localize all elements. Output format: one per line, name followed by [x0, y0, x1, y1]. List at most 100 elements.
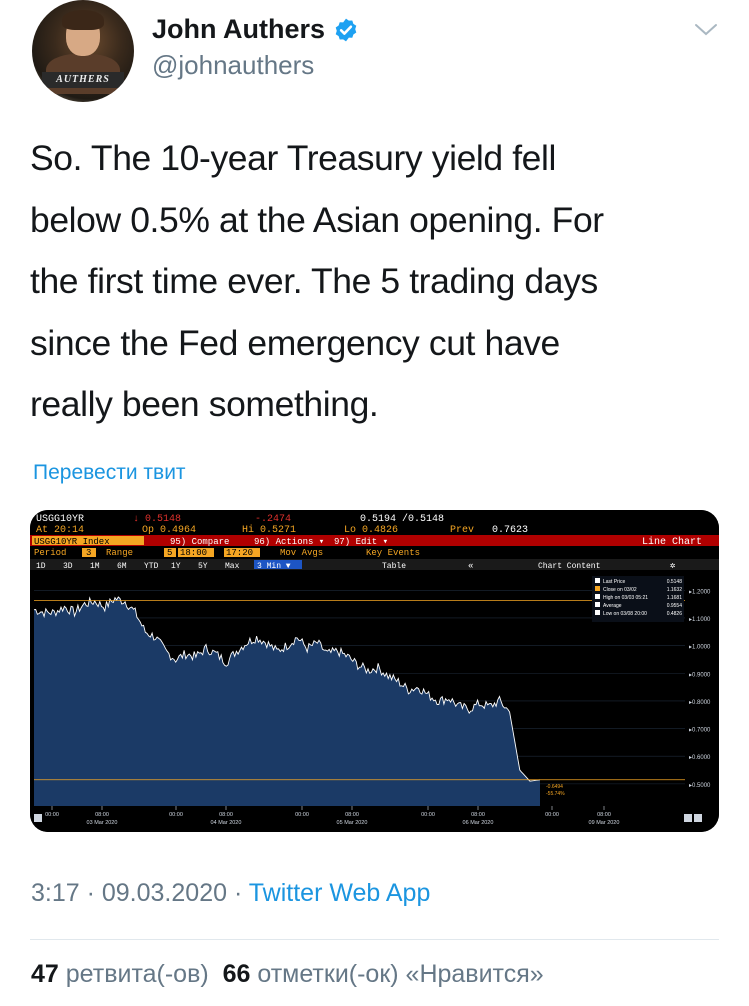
x-tick-time: 08:00 — [219, 812, 233, 818]
x-tick-date: 09 Mar 2020 — [589, 820, 620, 826]
legend-swatch — [595, 594, 600, 599]
prev-label: Prev — [450, 525, 474, 536]
y-tick-label: ▸0.9000 — [689, 672, 711, 678]
x-tick-time: 00:00 — [295, 812, 309, 818]
zoom-icon[interactable] — [694, 814, 702, 822]
compare-button: 95) Compare — [170, 537, 229, 547]
x-tick-time: 00:00 — [45, 812, 59, 818]
verified-badge-icon — [335, 18, 357, 41]
author-handle[interactable]: @johnauthers — [152, 50, 314, 81]
security-field: USGG10YR Index — [34, 537, 110, 547]
legend-label: High on 03/03 05:21 — [603, 595, 648, 601]
x-tick-date: 05 Mar 2020 — [337, 820, 368, 826]
x-tick-date: 03 Mar 2020 — [87, 820, 118, 826]
tweet-line: So. The 10-year Treasury yield fell — [30, 138, 556, 178]
chart-content-label: Chart Content — [538, 562, 600, 571]
prev-value: 0.7623 — [492, 525, 528, 536]
low-label: Lo 0.4826 — [344, 525, 398, 536]
range-value: 5 — [167, 548, 172, 558]
period-button-6m[interactable]: 6M — [117, 562, 127, 571]
x-tick-time: 08:00 — [471, 812, 485, 818]
mov-avgs-button: Mov Avgs — [280, 548, 323, 558]
x-tick-time: 08:00 — [95, 812, 109, 818]
tweet-header: AUTHERS John Authers @johnauthers — [0, 0, 749, 110]
open-label: Op 0.4964 — [142, 525, 196, 536]
table-button: Table — [382, 562, 406, 571]
key-events-button: Key Events — [366, 548, 420, 558]
period-button-1m[interactable]: 1M — [90, 562, 100, 571]
last-price-label: ↓ 0.5148 — [133, 514, 181, 525]
translate-tweet-link[interactable]: Перевести твит — [33, 461, 186, 485]
x-tick-time: 00:00 — [169, 812, 183, 818]
interval-select: 3 Min ▼ — [257, 562, 291, 571]
period-button-max[interactable]: Max — [225, 562, 240, 571]
avatar-banner: AUTHERS — [42, 72, 124, 88]
time-label: At 20:14 — [36, 525, 84, 536]
x-tick-time: 00:00 — [545, 812, 559, 818]
y-tick-label: ▸0.7000 — [689, 728, 711, 734]
change-label: -.2474 — [255, 514, 291, 525]
legend-swatch — [595, 586, 600, 591]
gear-icon: ✲ — [670, 561, 675, 571]
bid-ask-label: 0.5194 /0.5148 — [360, 513, 444, 525]
retweet-count[interactable]: 47 — [31, 960, 59, 988]
avatar[interactable]: AUTHERS — [32, 0, 134, 102]
actions-button: 96) Actions ▾ — [254, 537, 324, 547]
legend-value: 1.1681 — [667, 595, 683, 601]
x-tick-date: 04 Mar 2020 — [211, 820, 242, 826]
tweet-line: since the Fed emergency cut have — [30, 322, 560, 363]
source-app-link[interactable]: Twitter Web App — [249, 879, 431, 907]
period-button-1d[interactable]: 1D — [36, 562, 46, 571]
like-label[interactable]: отметки(-ок) «Нравится» — [257, 960, 543, 988]
legend-value: 0.9554 — [667, 603, 683, 609]
tweet-line: really been something. — [30, 384, 379, 424]
scroll-left-icon[interactable] — [34, 814, 42, 822]
period-button-5y[interactable]: 5Y — [198, 562, 208, 571]
range-start: 18:00 — [180, 548, 207, 558]
legend-label: Last Price — [603, 579, 625, 585]
legend-swatch — [595, 578, 600, 583]
y-tick-label: ▸0.6000 — [689, 755, 711, 761]
y-tick-label: ▸1.0000 — [689, 645, 711, 651]
x-tick-date: 06 Mar 2020 — [463, 820, 494, 826]
x-tick-time: 08:00 — [345, 812, 359, 818]
chevron-down-icon[interactable] — [692, 20, 720, 40]
author-name[interactable]: John Authers — [152, 14, 325, 45]
high-label: Hi 0.5271 — [242, 524, 296, 536]
legend-value: 1.1632 — [667, 587, 683, 593]
ticker-label: USGG10YR — [36, 514, 84, 525]
legend-label: Average — [603, 603, 622, 609]
last-change-marker: -0.6494 — [546, 784, 563, 790]
range-num: 3 — [86, 548, 91, 558]
chart-type-label: Line Chart — [642, 536, 702, 548]
like-count[interactable]: 66 — [223, 960, 251, 988]
y-tick-label: ▸0.8000 — [689, 700, 711, 706]
legend-value: 0.5148 — [667, 579, 683, 585]
period-button-1y[interactable]: 1Y — [171, 562, 181, 571]
collapse-icon: « — [468, 561, 473, 571]
edit-button: 97) Edit ▾ — [334, 537, 388, 547]
tweet-media-bloomberg-chart[interactable]: USGG10YR ↓ 0.5148 -.2474 0.5194 /0.5148 … — [30, 510, 719, 832]
tweet-timestamp[interactable]: 3:17 · 09.03.2020 · — [31, 879, 242, 907]
last-change-pct: -55.74% — [546, 791, 565, 797]
range-label: Range — [106, 548, 133, 558]
tweet-stats: 47 ретвита(-ов) 66 отметки(-ок) «Нравитс… — [31, 960, 544, 989]
retweet-label[interactable]: ретвита(-ов) — [66, 960, 209, 988]
x-tick-time: 08:00 — [597, 812, 611, 818]
tweet-line: below 0.5% at the Asian opening. For — [30, 199, 604, 240]
y-tick-label: ▸0.5000 — [689, 783, 711, 789]
tweet-meta: 3:17 · 09.03.2020 · Twitter Web App — [31, 879, 430, 908]
x-tick-time: 00:00 — [421, 812, 435, 818]
y-tick-label: ▸1.1000 — [689, 617, 711, 623]
y-tick-label: ▸1.2000 — [689, 589, 711, 595]
period-button-3d[interactable]: 3D — [63, 562, 73, 571]
legend-swatch — [595, 610, 600, 615]
pan-icon[interactable] — [684, 814, 692, 822]
tweet-line: the first time ever. The 5 trading days — [30, 261, 598, 301]
period-button-ytd[interactable]: YTD — [144, 562, 159, 571]
legend-value: 0.4826 — [667, 611, 683, 617]
period-label: Period — [34, 548, 66, 558]
divider — [30, 939, 719, 940]
legend-label: Low on 03/08 20:00 — [603, 611, 647, 617]
legend-label: Close on 03/02 — [603, 587, 637, 593]
